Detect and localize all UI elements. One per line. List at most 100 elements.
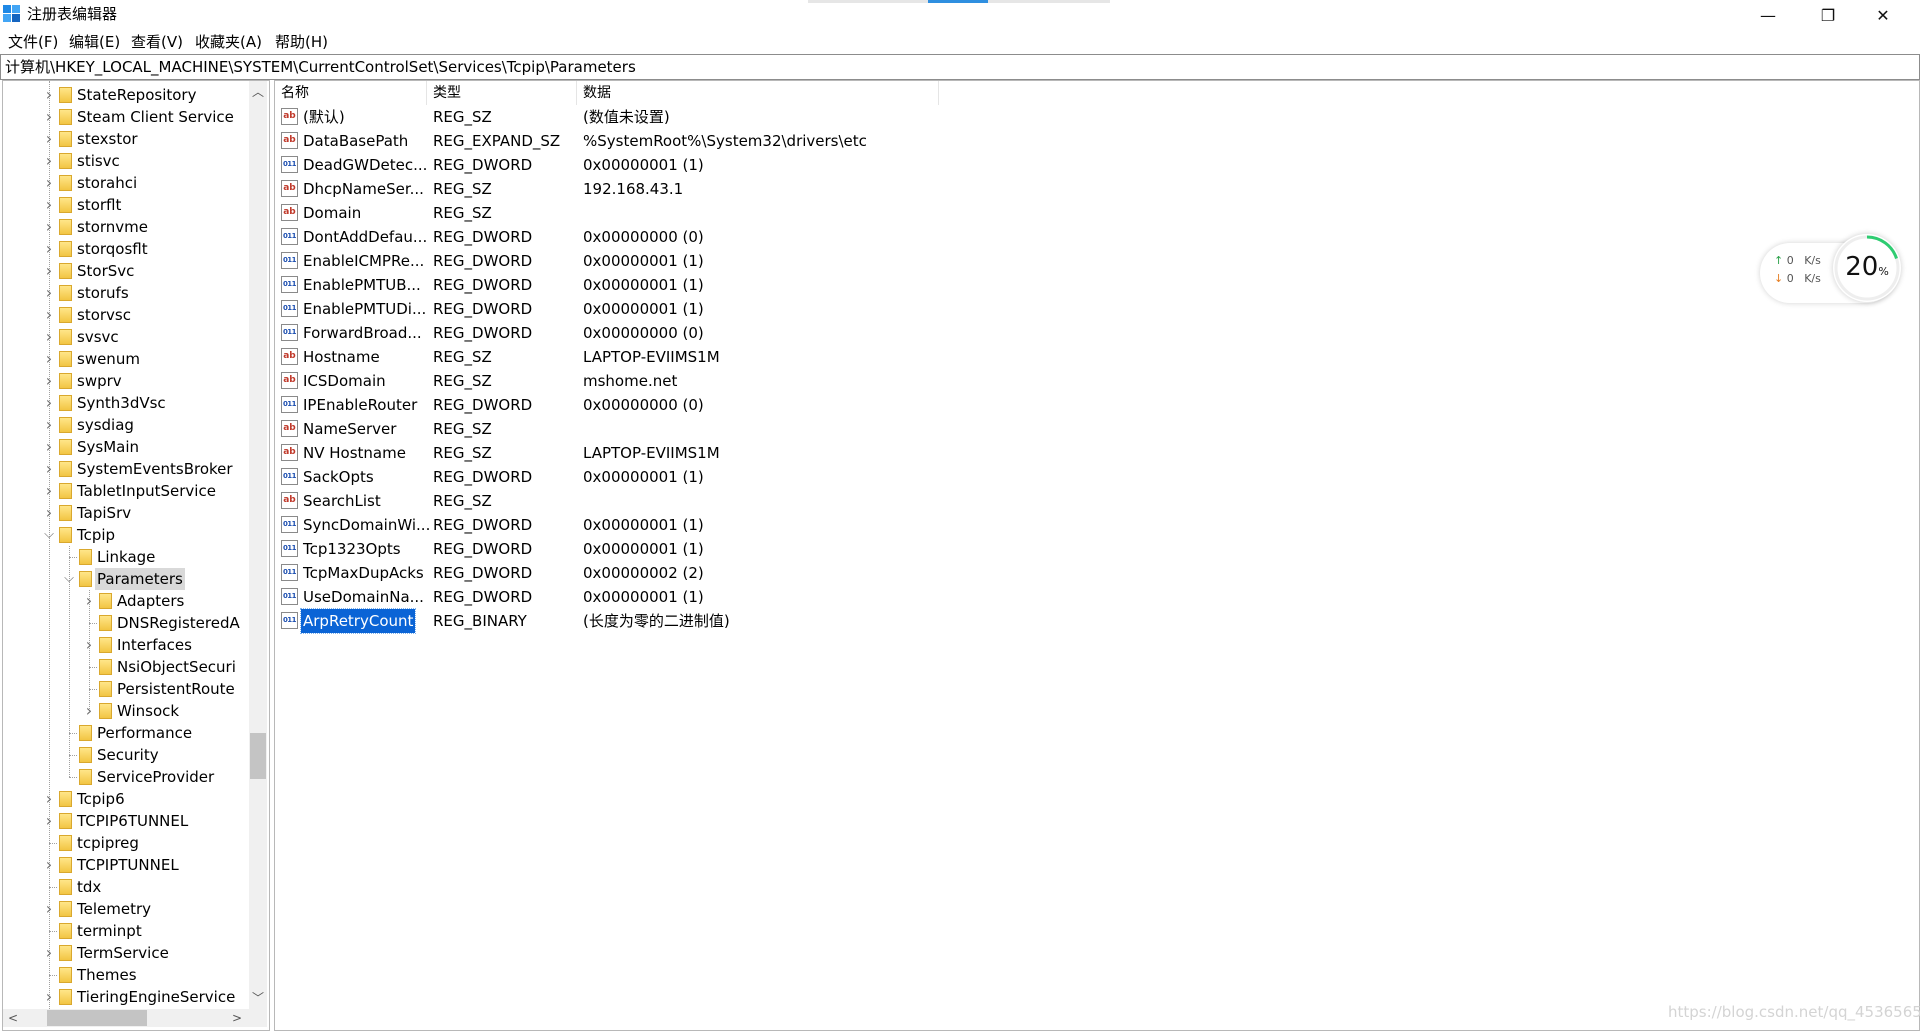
tree-item[interactable]: › storvsc <box>3 304 247 326</box>
value-list-pane[interactable]: 名称 类型 数据 ab (默认) REG_SZ (数值未设置) ab DataBasePa… <box>274 80 1920 1031</box>
expand-chevron-icon[interactable]: › <box>43 150 55 172</box>
column-header-type[interactable]: 类型 <box>427 81 577 105</box>
tree-item[interactable]: NsiObjectSecuri <box>3 656 247 678</box>
expand-chevron-icon[interactable]: › <box>43 392 55 414</box>
tree-item[interactable]: Linkage <box>3 546 247 568</box>
value-row[interactable]: 011 SyncDomainWi... REG_DWORD 0x00000001 (1… <box>275 513 1475 537</box>
expand-chevron-icon[interactable]: › <box>43 282 55 304</box>
tree-item[interactable]: ⌵ Parameters <box>3 568 247 590</box>
address-path[interactable]: 计算机\HKEY_LOCAL_MACHINE\SYSTEM\CurrentCon… <box>5 58 636 76</box>
tree-item[interactable]: › storahci <box>3 172 247 194</box>
tree-item[interactable]: › storufs <box>3 282 247 304</box>
tree-item[interactable]: › storflt <box>3 194 247 216</box>
tree-horizontal-scrollbar[interactable]: < > <box>3 1009 267 1027</box>
scroll-left-icon[interactable]: < <box>5 1009 21 1027</box>
tree-item[interactable]: ⌵ Tcpip <box>3 524 247 546</box>
expand-chevron-icon[interactable]: › <box>43 370 55 392</box>
expand-chevron-icon[interactable]: › <box>43 854 55 876</box>
value-row[interactable]: 011 ArpRetryCount REG_BINARY (长度为零的二进制值) <box>275 608 1475 634</box>
tree-item[interactable]: tcpipreg <box>3 832 247 854</box>
tree-item[interactable]: › Interfaces <box>3 634 247 656</box>
expand-chevron-icon[interactable]: › <box>43 304 55 326</box>
tree-item[interactable]: › SysMain <box>3 436 247 458</box>
value-row[interactable]: 011 DontAddDefau... REG_DWORD 0x00000000 (0… <box>275 225 1475 249</box>
tree-horizontal-scroll-thumb[interactable] <box>47 1010 147 1026</box>
tree-item[interactable]: Security <box>3 744 247 766</box>
expand-chevron-icon[interactable]: › <box>43 84 55 106</box>
menu-favorites[interactable]: 收藏夹(A) <box>195 33 262 51</box>
close-button[interactable]: ✕ <box>1855 0 1911 30</box>
tree-item[interactable]: Performance <box>3 722 247 744</box>
tree-item[interactable]: ServiceProvider <box>3 766 247 788</box>
expand-chevron-icon[interactable]: › <box>43 898 55 920</box>
tree-item[interactable]: › stisvc <box>3 150 247 172</box>
address-bar[interactable]: 计算机\HKEY_LOCAL_MACHINE\SYSTEM\CurrentCon… <box>0 54 1920 80</box>
tree-vertical-scrollbar[interactable]: ︿ ﹀ <box>249 81 267 1009</box>
expand-chevron-icon[interactable]: › <box>43 480 55 502</box>
tree-item[interactable]: › SystemEventsBroker <box>3 458 247 480</box>
collapse-chevron-icon[interactable]: ⌵ <box>43 524 55 546</box>
expand-chevron-icon[interactable]: › <box>83 700 95 722</box>
expand-chevron-icon[interactable]: › <box>43 194 55 216</box>
tree-item[interactable]: DNSRegisteredA <box>3 612 247 634</box>
menu-help[interactable]: 帮助(H) <box>275 33 328 51</box>
tree-item[interactable]: › Synth3dVsc <box>3 392 247 414</box>
collapse-chevron-icon[interactable]: ⌵ <box>63 568 75 590</box>
value-row[interactable]: 011 Tcp1323Opts REG_DWORD 0x00000001 (1) <box>275 537 1475 561</box>
tree-item[interactable]: › StorSvc <box>3 260 247 282</box>
expand-chevron-icon[interactable]: › <box>43 502 55 524</box>
value-row[interactable]: 011 EnablePMTUDi... REG_DWORD 0x00000001 (1… <box>275 297 1475 321</box>
value-row[interactable]: 011 DeadGWDetec... REG_DWORD 0x00000001 (1) <box>275 153 1475 177</box>
value-row[interactable]: 011 IPEnableRouter REG_DWORD 0x00000000 (0) <box>275 393 1475 417</box>
expand-chevron-icon[interactable]: › <box>43 942 55 964</box>
tree-item[interactable]: PersistentRoute <box>3 678 247 700</box>
value-row[interactable]: ab (默认) REG_SZ (数值未设置) <box>275 105 1475 129</box>
expand-chevron-icon[interactable]: › <box>43 260 55 282</box>
expand-chevron-icon[interactable]: › <box>43 436 55 458</box>
tree-item[interactable]: › TCPIPTUNNEL <box>3 854 247 876</box>
tree-item[interactable]: › TapiSrv <box>3 502 247 524</box>
scroll-down-icon[interactable]: ﹀ <box>249 989 267 1007</box>
column-header-name[interactable]: 名称 <box>275 81 427 105</box>
value-row[interactable]: 011 TcpMaxDupAcks REG_DWORD 0x00000002 (2) <box>275 561 1475 585</box>
expand-chevron-icon[interactable]: › <box>43 348 55 370</box>
value-row[interactable]: ab NV Hostname REG_SZ LAPTOP-EVIIMS1M <box>275 441 1475 465</box>
scroll-right-icon[interactable]: > <box>229 1009 245 1027</box>
value-row[interactable]: ab Domain REG_SZ <box>275 201 1475 225</box>
tree-item[interactable]: › TermService <box>3 942 247 964</box>
cpu-usage-ring[interactable]: 20% <box>1833 234 1901 302</box>
tree-item[interactable]: › StateRepository <box>3 84 247 106</box>
value-row[interactable]: ab DataBasePath REG_EXPAND_SZ %SystemRoot%\… <box>275 129 1475 153</box>
expand-chevron-icon[interactable]: › <box>43 986 55 1008</box>
tree-item[interactable]: › TCPIP6TUNNEL <box>3 810 247 832</box>
menu-view[interactable]: 查看(V) <box>131 33 183 51</box>
expand-chevron-icon[interactable]: › <box>43 172 55 194</box>
expand-chevron-icon[interactable]: › <box>43 238 55 260</box>
minimize-button[interactable]: — <box>1740 0 1796 30</box>
value-row[interactable]: ab ICSDomain REG_SZ mshome.net <box>275 369 1475 393</box>
tree-item[interactable]: Themes <box>3 964 247 986</box>
expand-chevron-icon[interactable]: › <box>43 326 55 348</box>
value-row[interactable]: 011 UseDomainNa... REG_DWORD 0x00000001 (1) <box>275 585 1475 609</box>
value-row[interactable]: ab DhcpNameSer... REG_SZ 192.168.43.1 <box>275 177 1475 201</box>
value-row[interactable]: 011 EnablePMTUB... REG_DWORD 0x00000001 (1) <box>275 273 1475 297</box>
tree-item[interactable]: › TieringEngineService <box>3 986 247 1008</box>
tree-item[interactable]: › svsvc <box>3 326 247 348</box>
value-row[interactable]: 011 ForwardBroad... REG_DWORD 0x00000000 (0… <box>275 321 1475 345</box>
expand-chevron-icon[interactable]: › <box>83 634 95 656</box>
expand-chevron-icon[interactable]: › <box>43 458 55 480</box>
tree-item[interactable]: › Telemetry <box>3 898 247 920</box>
tree-item[interactable]: › Steam Client Service <box>3 106 247 128</box>
key-tree-pane[interactable]: › StateRepository › Steam Client Service › st… <box>2 80 270 1031</box>
expand-chevron-icon[interactable]: › <box>43 128 55 150</box>
expand-chevron-icon[interactable]: › <box>43 106 55 128</box>
tree-item[interactable]: › Winsock <box>3 700 247 722</box>
expand-chevron-icon[interactable]: › <box>43 788 55 810</box>
value-row[interactable]: ab NameServer REG_SZ <box>275 417 1475 441</box>
tree-item[interactable]: › swenum <box>3 348 247 370</box>
maximize-button[interactable]: ❐ <box>1800 0 1856 30</box>
tree-item[interactable]: terminpt <box>3 920 247 942</box>
tree-item[interactable]: › storqosflt <box>3 238 247 260</box>
tree-item[interactable]: › sysdiag <box>3 414 247 436</box>
value-row[interactable]: ab Hostname REG_SZ LAPTOP-EVIIMS1M <box>275 345 1475 369</box>
